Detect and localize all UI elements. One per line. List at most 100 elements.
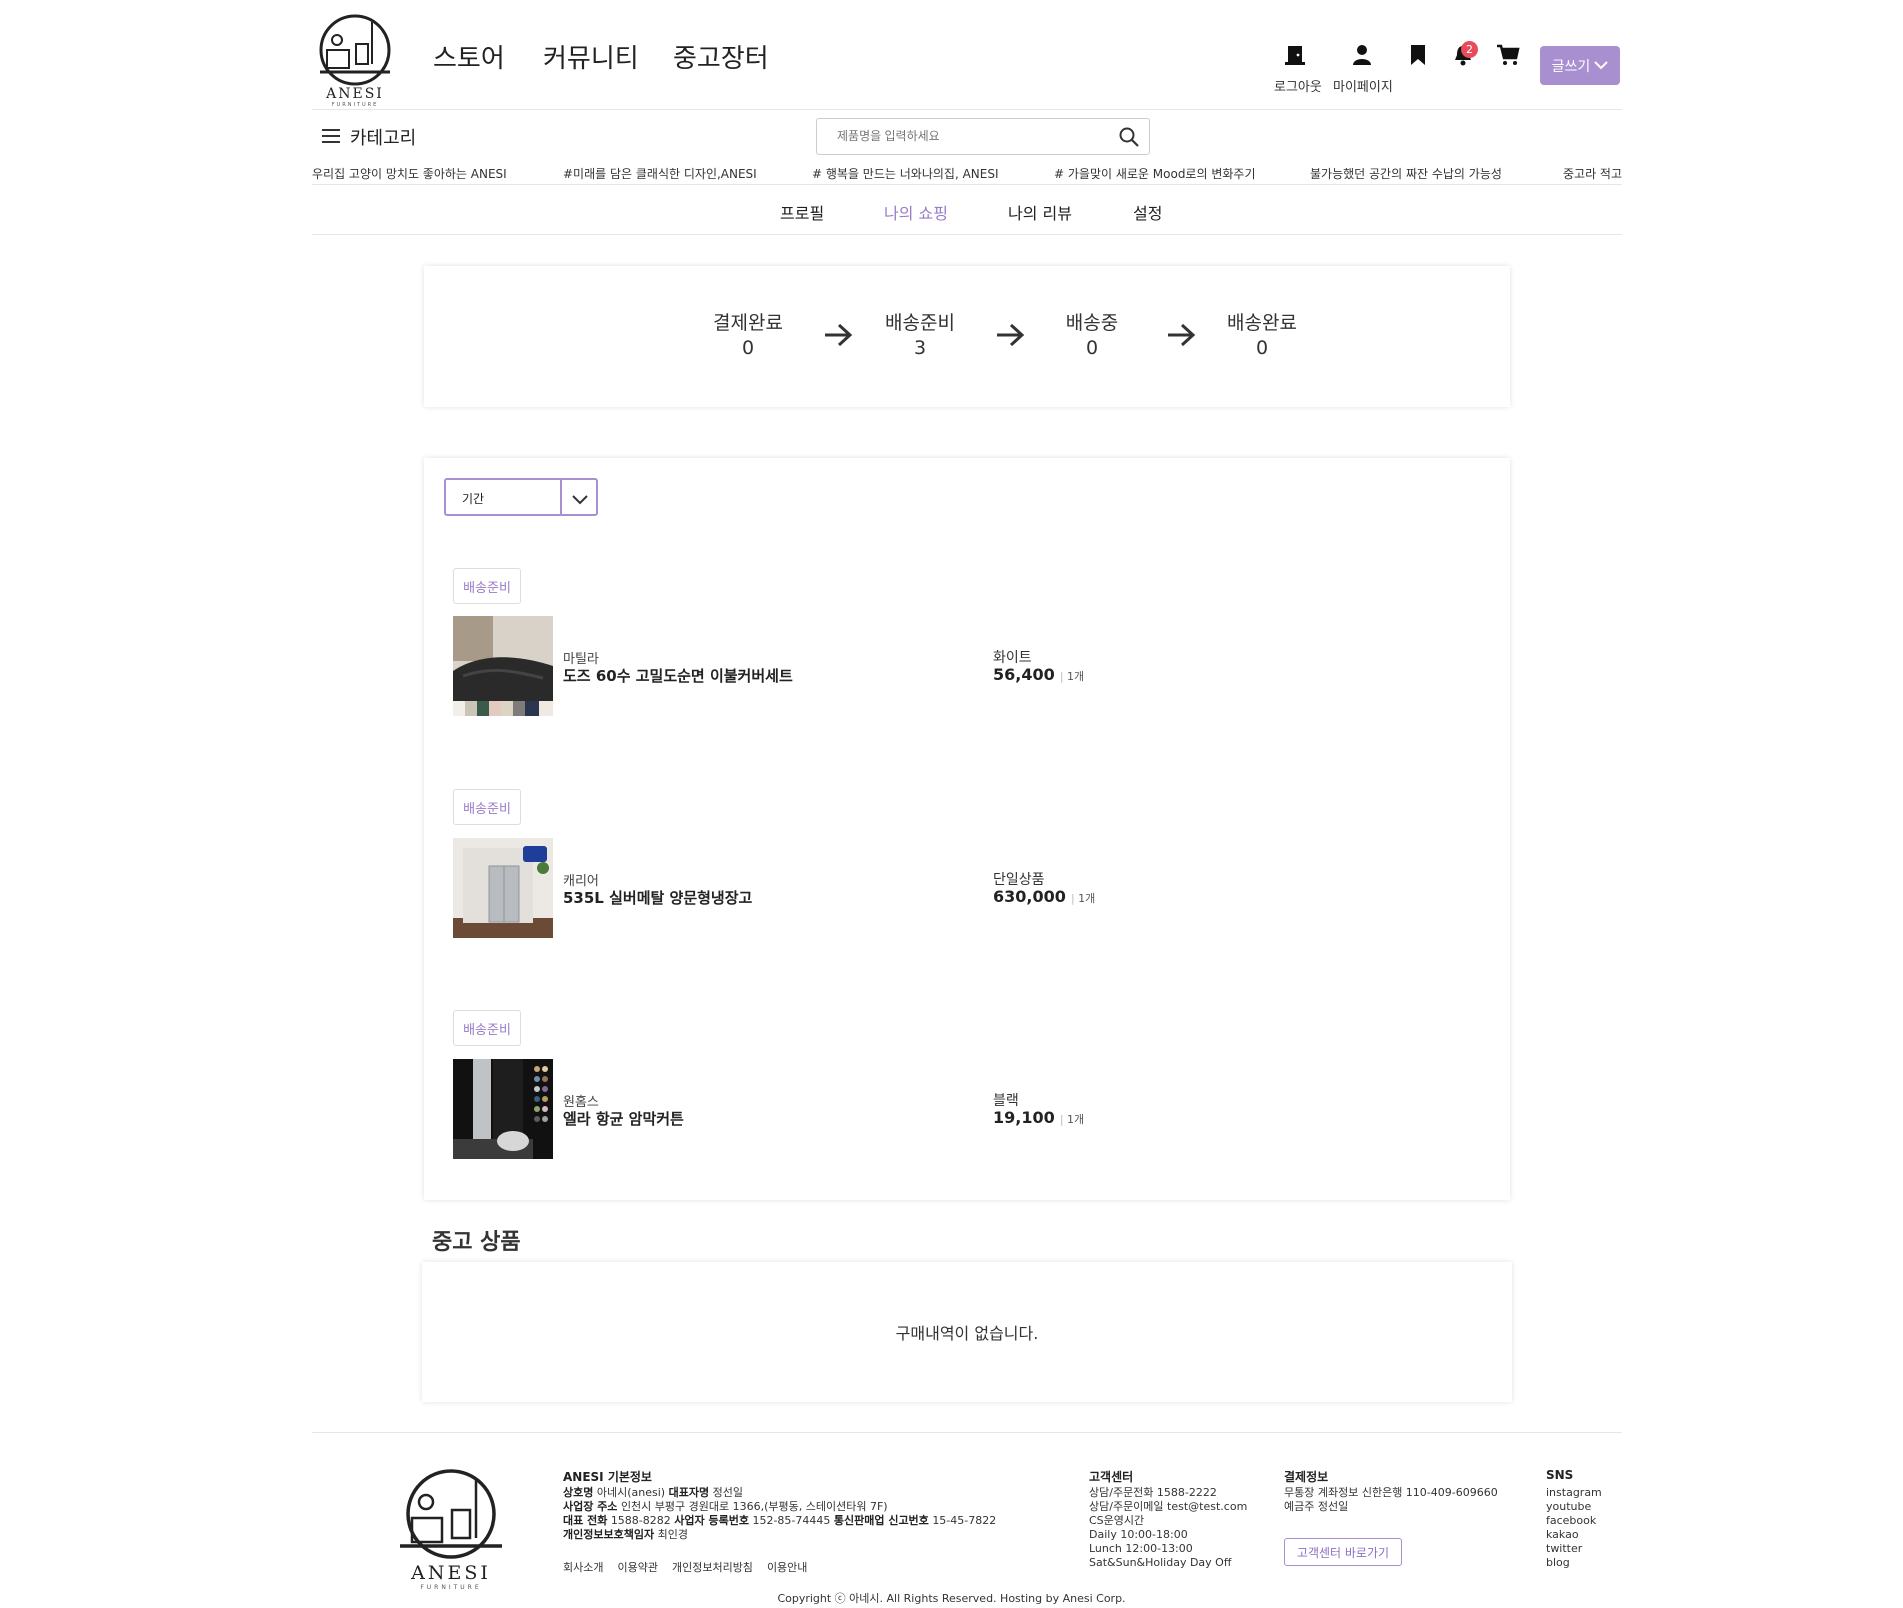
step-delivered[interactable]: 배송완료 0 [1202, 308, 1322, 359]
status-badge: 배송준비 [453, 789, 521, 825]
header-divider [312, 109, 1622, 110]
footer-links: 회사소개 이용약관 개인정보처리방침 이용안내 [563, 1561, 807, 1575]
product-name[interactable]: 도즈 60수 고밀도순면 이불커버세트 [563, 665, 793, 686]
empty-message: 구매내역이 없습니다. [895, 1324, 1039, 1343]
footer-info-title: ANESI 기본정보 [563, 1470, 652, 1484]
footer-link-about[interactable]: 회사소개 [563, 1561, 603, 1575]
user-icon[interactable] [1348, 44, 1376, 70]
step-count: 0 [1255, 337, 1269, 359]
category-label: 카테고리 [350, 128, 417, 149]
write-button[interactable]: 글쓰기 [1540, 46, 1620, 85]
search-input[interactable] [835, 128, 1109, 144]
product-qty: 1개 [1067, 1113, 1085, 1126]
product-price-row: 56,400 | 1개 [993, 665, 1085, 684]
used-empty-card: 구매내역이 없습니다. [422, 1262, 1512, 1402]
bookmark-icon[interactable] [1404, 44, 1432, 70]
product-image[interactable] [453, 1059, 553, 1159]
product-price-row: 630,000 | 1개 [993, 887, 1096, 906]
tabs-divider [312, 234, 1622, 235]
product-price: 19,100 [993, 1108, 1055, 1127]
product-price: 630,000 [993, 887, 1066, 906]
hamburger-icon [322, 127, 340, 148]
brand-logo[interactable]: ANESI FURNITURE [312, 14, 398, 108]
logout-label[interactable]: 로그아웃 [1274, 76, 1322, 95]
footer-sns: instagram youtube facebook kakao twitter… [1546, 1486, 1602, 1570]
product-image[interactable] [453, 838, 553, 938]
product-option: 화이트 [993, 650, 1032, 666]
footer-logo[interactable]: ANESI FURNITURE [390, 1468, 512, 1591]
brand-name: ANESI [326, 86, 384, 102]
arrow-right-icon [1166, 322, 1196, 348]
footer-pay: 무통장 계좌정보 신한은행 110-409-609660 예금주 정선일 [1284, 1486, 1498, 1513]
category-menu[interactable]: 카테고리 [322, 124, 416, 150]
step-count: 0 [741, 337, 755, 359]
nav-store[interactable]: 스토어 [433, 38, 505, 75]
product-option: 블랙 [993, 1093, 1019, 1109]
marquee-item[interactable]: # 행복을 만드는 너와나의집, ANESI [812, 165, 999, 182]
marquee-item[interactable]: # 가을맞이 새로운 Mood로의 변화주기 [1054, 165, 1256, 182]
copyright: Copyright ⓒ 아네시. All Rights Reserved. Ho… [777, 1592, 1126, 1605]
sns-kakao[interactable]: kakao [1546, 1528, 1602, 1542]
product-name[interactable]: 535L 실버메탈 양문형냉장고 [563, 887, 752, 908]
nav-community[interactable]: 커뮤니티 [543, 38, 639, 75]
step-label: 결제완료 [713, 312, 783, 334]
used-section-title: 중고 상품 [432, 1230, 521, 1255]
sns-youtube[interactable]: youtube [1546, 1500, 1602, 1514]
footer-cs-title: 고객센터 [1089, 1470, 1134, 1484]
footer-brand-sub: FURNITURE [420, 1584, 482, 1591]
chevron-down-icon[interactable] [572, 491, 588, 510]
brand-sub: FURNITURE [331, 102, 379, 108]
search-icon[interactable] [1119, 127, 1139, 151]
product-image[interactable] [453, 616, 553, 716]
period-select[interactable]: 기간 [444, 478, 598, 516]
product-name[interactable]: 엘라 항균 암막커튼 [563, 1108, 684, 1129]
footer-link-privacy[interactable]: 개인정보처리방침 [672, 1561, 753, 1575]
footer-cs: 상담/주문전화 1588-2222 상담/주문이메일 test@test.com C… [1089, 1486, 1248, 1569]
marquee-item[interactable]: 불가능했던 공간의 짜잔 수납의 가능성 [1310, 165, 1502, 182]
select-divider [560, 480, 562, 514]
sns-facebook[interactable]: facebook [1546, 1514, 1602, 1528]
footer-sns-title: SNS [1546, 1468, 1574, 1482]
product-qty: 1개 [1078, 892, 1096, 905]
step-count: 0 [1085, 337, 1099, 359]
status-badge: 배송준비 [453, 568, 521, 604]
step-paid[interactable]: 결제완료 0 [688, 308, 808, 359]
cart-icon[interactable] [1494, 44, 1522, 70]
step-count: 3 [913, 337, 927, 359]
tab-profile[interactable]: 프로필 [780, 200, 824, 224]
footer-link-terms[interactable]: 이용약관 [617, 1561, 657, 1575]
footer-pay-title: 결제정보 [1284, 1470, 1329, 1484]
footer-brand-name: ANESI [411, 1562, 491, 1584]
product-price-row: 19,100 | 1개 [993, 1108, 1085, 1127]
sns-instagram[interactable]: instagram [1546, 1486, 1602, 1500]
arrow-right-icon [995, 322, 1025, 348]
footer-info: 상호명 아네시(anesi) 대표자명 정선일 사업장 주소 인천시 부평구 경… [563, 1486, 997, 1541]
marquee-item[interactable]: #미래를 담은 클래식한 디자인,ANESI [563, 165, 757, 182]
sns-twitter[interactable]: twitter [1546, 1542, 1602, 1556]
footer-link-guide[interactable]: 이용안내 [767, 1561, 807, 1575]
customer-center-button[interactable]: 고객센터 바로가기 [1284, 1538, 1402, 1566]
write-label: 글쓰기 [1551, 58, 1591, 75]
marquee-item[interactable]: 우리집 고양이 망치도 좋아하는 ANESI [312, 165, 507, 182]
nav-used-market[interactable]: 중고장터 [673, 38, 769, 75]
sns-blog[interactable]: blog [1546, 1556, 1602, 1570]
tab-settings[interactable]: 설정 [1133, 200, 1162, 224]
logout-icon[interactable] [1281, 44, 1309, 70]
arrow-right-icon [823, 322, 853, 348]
step-label: 배송완료 [1227, 312, 1297, 334]
step-label: 배송중 [1065, 312, 1119, 334]
search-box[interactable] [816, 118, 1150, 155]
step-preparing[interactable]: 배송준비 3 [860, 308, 980, 359]
orders-card [424, 458, 1510, 1200]
tab-my-reviews[interactable]: 나의 리뷰 [1008, 200, 1072, 224]
marquee-item[interactable]: 중고라 적고 새 [1563, 165, 1622, 182]
step-shipping[interactable]: 배송중 0 [1032, 308, 1152, 359]
product-price: 56,400 [993, 665, 1055, 684]
tab-my-shopping[interactable]: 나의 쇼핑 [884, 200, 948, 224]
mypage-label[interactable]: 마이페이지 [1333, 76, 1393, 95]
notification-badge: 2 [1461, 41, 1478, 58]
period-label: 기간 [462, 492, 485, 506]
step-label: 배송준비 [885, 312, 955, 334]
product-option: 단일상품 [993, 872, 1045, 888]
marquee-divider [312, 184, 1622, 185]
